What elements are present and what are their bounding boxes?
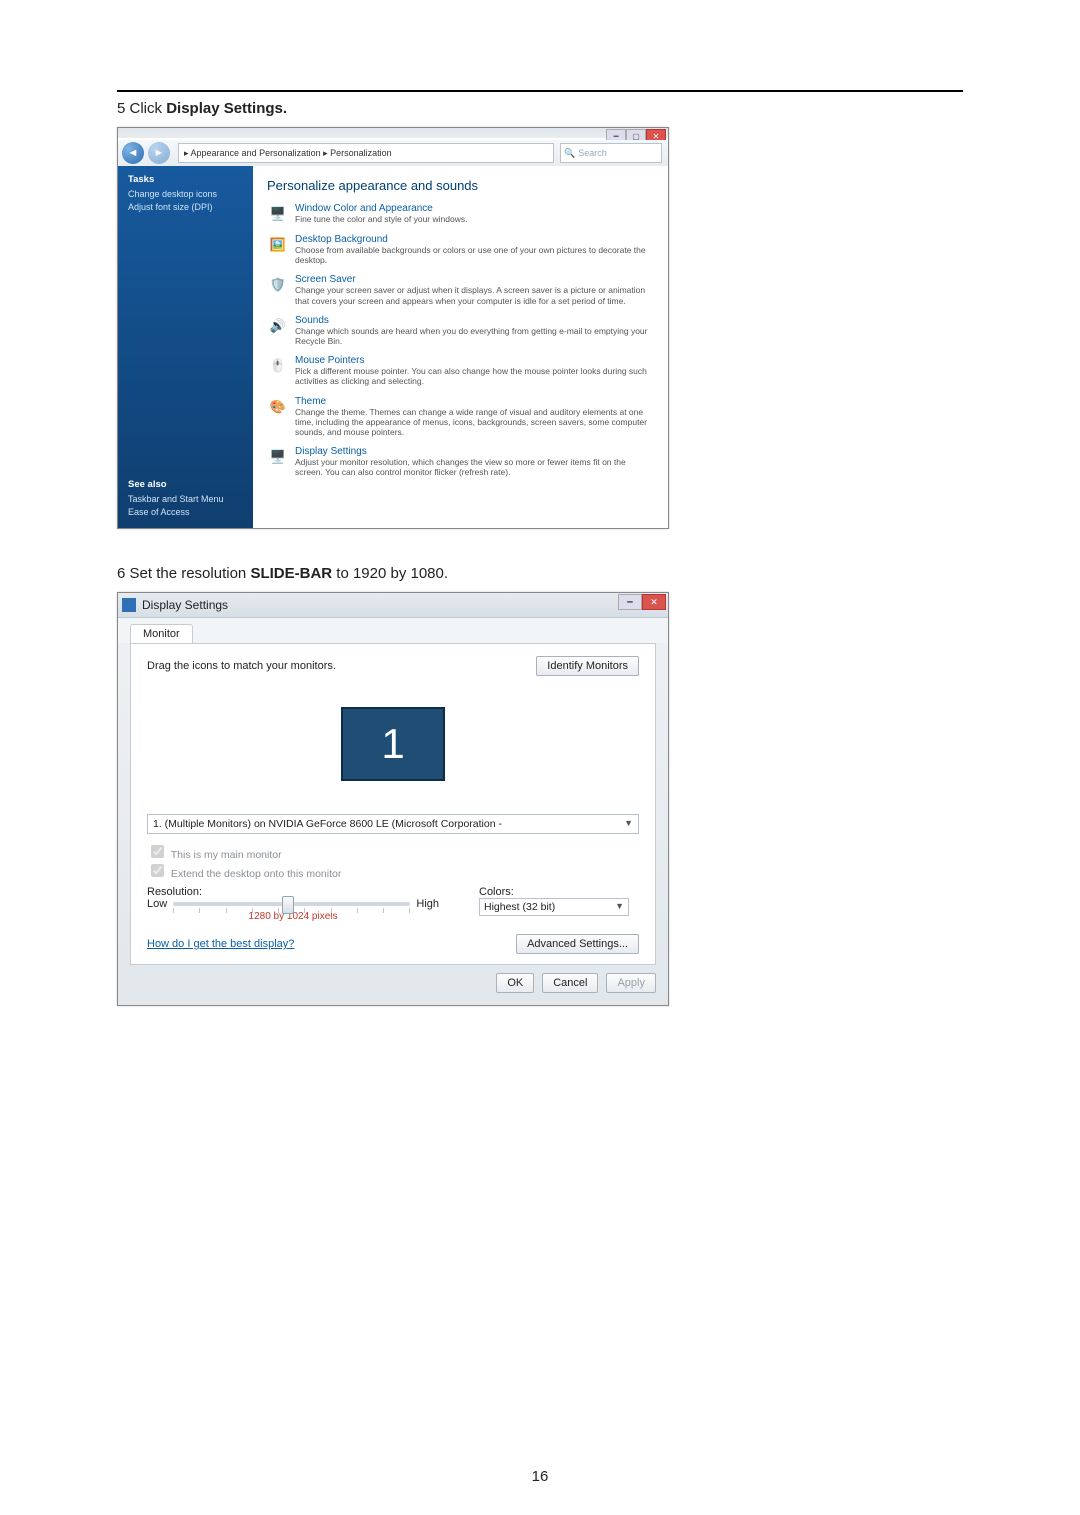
item-desktop-background[interactable]: 🖼️ Desktop Background Choose from availa… [267, 234, 654, 265]
theme-icon: 🎨 [267, 396, 289, 418]
ok-button[interactable]: OK [496, 973, 534, 993]
step-5-prefix: Click [130, 100, 167, 117]
item-desc: Change your screen saver or adjust when … [295, 285, 654, 305]
step-6-before: Set the resolution [130, 565, 251, 582]
sounds-icon: 🔊 [267, 315, 289, 337]
identify-monitors-button[interactable]: Identify Monitors [536, 656, 639, 676]
step-6: 6 Set the resolution SLIDE-BAR to 1920 b… [117, 565, 963, 582]
resolution-slider[interactable] [173, 902, 410, 906]
see-also-ease-of-access[interactable]: Ease of Access [128, 507, 243, 517]
step-5: 5 Click Display Settings. [117, 100, 963, 117]
tab-monitor[interactable]: Monitor [130, 624, 193, 643]
item-display-settings[interactable]: 🖥️ Display Settings Adjust your monitor … [267, 446, 654, 477]
tasks-sidebar: Tasks Change desktop icons Adjust font s… [118, 166, 253, 528]
personalization-main: Personalize appearance and sounds 🖥️ Win… [253, 166, 668, 528]
display-settings-title-icon [122, 598, 136, 612]
item-desc: Pick a different mouse pointer. You can … [295, 366, 654, 386]
breadcrumb[interactable]: ▸ Appearance and Personalization ▸ Perso… [178, 143, 554, 163]
window-titlebar [118, 128, 668, 138]
navigation-bar: ◄ ► ▸ Appearance and Personalization ▸ P… [118, 140, 668, 167]
tasks-title: Tasks [128, 174, 243, 185]
see-also-title: See also [128, 479, 243, 490]
task-adjust-font-size[interactable]: Adjust font size (DPI) [128, 202, 243, 212]
item-title: Desktop Background [295, 234, 654, 245]
main-monitor-checkbox: This is my main monitor [147, 842, 639, 861]
item-desc: Choose from available backgrounds or col… [295, 245, 654, 265]
slider-ticks [173, 908, 410, 914]
task-change-desktop-icons[interactable]: Change desktop icons [128, 189, 243, 199]
personalization-window: ━ ▢ ✕ ◄ ► ▸ Appearance and Personalizati… [117, 127, 669, 529]
dialog-buttons: OK Cancel Apply [118, 973, 668, 1005]
item-title: Mouse Pointers [295, 355, 654, 366]
page-number: 16 [0, 1468, 1080, 1485]
main-monitor-checkbox-input [151, 845, 164, 858]
cancel-button[interactable]: Cancel [542, 973, 598, 993]
item-mouse-pointers[interactable]: 🖱️ Mouse Pointers Pick a different mouse… [267, 355, 654, 386]
close-button[interactable]: ✕ [642, 594, 666, 610]
item-desc: Adjust your monitor resolution, which ch… [295, 457, 654, 477]
item-title: Window Color and Appearance [295, 203, 654, 214]
window-titlebar: Display Settings [118, 593, 668, 618]
item-title: Display Settings [295, 446, 654, 457]
window-controls: ━ ✕ [618, 594, 666, 610]
mouse-pointers-icon: 🖱️ [267, 355, 289, 377]
drag-hint: Drag the icons to match your monitors. [147, 660, 336, 672]
monitor-select[interactable]: 1. (Multiple Monitors) on NVIDIA GeForce… [147, 814, 639, 834]
extend-desktop-checkbox-input [151, 864, 164, 877]
colors-label: Colors: [479, 886, 639, 898]
desktop-background-icon: 🖼️ [267, 234, 289, 256]
see-also-taskbar[interactable]: Taskbar and Start Menu [128, 494, 243, 504]
advanced-settings-button[interactable]: Advanced Settings... [516, 934, 639, 954]
step-6-after: to 1920 by 1080. [332, 565, 448, 582]
item-desc: Change the theme. Themes can change a wi… [295, 407, 654, 438]
item-desc: Fine tune the color and style of your wi… [295, 214, 654, 224]
item-theme[interactable]: 🎨 Theme Change the theme. Themes can cha… [267, 396, 654, 438]
back-button[interactable]: ◄ [122, 142, 144, 164]
colors-value: Highest (32 bit) [484, 901, 555, 913]
item-title: Sounds [295, 315, 654, 326]
display-settings-window: Display Settings ━ ✕ Monitor Drag the ic… [117, 592, 669, 1006]
monitor-icon[interactable]: 1 [341, 707, 445, 781]
apply-button[interactable]: Apply [606, 973, 656, 993]
breadcrumb-text: ▸ Appearance and Personalization ▸ Perso… [184, 148, 392, 159]
main-monitor-label: This is my main monitor [171, 849, 282, 861]
help-link[interactable]: How do I get the best display? [147, 938, 294, 950]
chevron-down-icon: ▼ [624, 818, 633, 830]
item-title: Screen Saver [295, 274, 654, 285]
minimize-button[interactable]: ━ [618, 594, 642, 610]
resolution-group: Resolution: Low High 1280 by 1024 [147, 886, 439, 922]
step-5-number: 5 [117, 100, 125, 117]
item-screen-saver[interactable]: 🛡️ Screen Saver Change your screen saver… [267, 274, 654, 305]
item-sounds[interactable]: 🔊 Sounds Change which sounds are heard w… [267, 315, 654, 346]
step-6-bold: SLIDE-BAR [250, 565, 332, 582]
slider-high-label: High [416, 898, 439, 910]
monitor-panel: Drag the icons to match your monitors. I… [130, 643, 656, 965]
search-input[interactable]: 🔍 Search [560, 143, 662, 163]
item-window-color[interactable]: 🖥️ Window Color and Appearance Fine tune… [267, 203, 654, 225]
tab-strip: Monitor [118, 618, 668, 643]
search-placeholder: Search [578, 148, 607, 158]
item-title: Theme [295, 396, 654, 407]
colors-group: Colors: Highest (32 bit) ▼ [479, 886, 639, 922]
colors-select[interactable]: Highest (32 bit) ▼ [479, 898, 629, 916]
item-desc: Change which sounds are heard when you d… [295, 326, 654, 346]
horizontal-rule [117, 90, 963, 92]
display-settings-icon: 🖥️ [267, 446, 289, 468]
step-5-bold: Display Settings. [166, 100, 287, 117]
window-title: Display Settings [142, 598, 228, 612]
personalization-heading: Personalize appearance and sounds [267, 178, 654, 193]
step-6-number: 6 [117, 565, 125, 582]
slider-low-label: Low [147, 898, 167, 910]
monitor-number: 1 [381, 720, 404, 768]
screen-saver-icon: 🛡️ [267, 274, 289, 296]
forward-button[interactable]: ► [148, 142, 170, 164]
search-icon: 🔍 [561, 148, 578, 159]
window-color-icon: 🖥️ [267, 203, 289, 225]
monitor-select-value: 1. (Multiple Monitors) on NVIDIA GeForce… [153, 818, 502, 830]
extend-desktop-checkbox: Extend the desktop onto this monitor [147, 861, 639, 880]
monitor-area[interactable]: 1 [147, 684, 639, 804]
chevron-down-icon: ▼ [615, 901, 624, 913]
extend-desktop-label: Extend the desktop onto this monitor [171, 868, 341, 880]
